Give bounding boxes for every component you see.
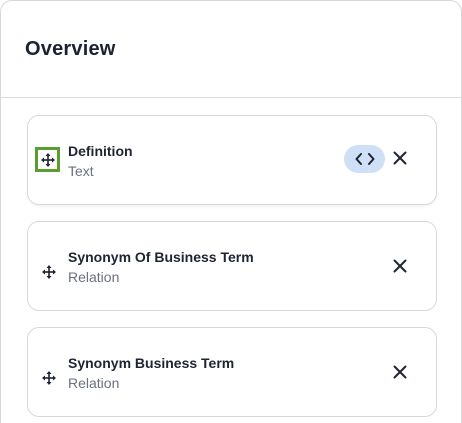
field-card-synonym-business-term[interactable]: Synonym Business Term Relation — [27, 327, 437, 417]
panel-title: Overview — [25, 37, 116, 60]
field-name: Synonym Business Term — [68, 355, 235, 371]
drag-move-icon — [41, 370, 56, 385]
code-brackets-icon — [355, 153, 374, 165]
drag-handle-icon[interactable] — [36, 259, 61, 284]
field-name: Synonym Of Business Term — [68, 249, 254, 265]
close-icon — [393, 259, 407, 273]
field-card-synonym-of-business-term[interactable]: Synonym Of Business Term Relation — [27, 221, 437, 311]
field-info: Definition Text — [68, 142, 133, 180]
close-icon — [393, 365, 407, 379]
drag-move-icon — [41, 264, 56, 279]
panel-header: Overview — [1, 1, 461, 98]
remove-field-button[interactable] — [390, 256, 410, 276]
field-type: Text — [68, 163, 94, 179]
overview-panel: Overview Definition Text Synonym Of Busi… — [0, 0, 462, 423]
remove-field-button[interactable] — [390, 148, 410, 168]
field-info: Synonym Business Term Relation — [68, 354, 234, 392]
field-name: Definition — [68, 143, 133, 159]
code-toggle-button[interactable] — [344, 145, 385, 173]
field-type: Relation — [68, 269, 120, 285]
field-type: Relation — [68, 375, 120, 391]
drag-handle-icon[interactable] — [36, 365, 61, 390]
field-info: Synonym Of Business Term Relation — [68, 248, 254, 286]
drag-move-icon — [40, 152, 55, 167]
close-icon — [393, 151, 407, 165]
drag-handle-icon[interactable] — [35, 147, 60, 172]
field-card-definition[interactable]: Definition Text — [27, 115, 437, 205]
remove-field-button[interactable] — [390, 362, 410, 382]
